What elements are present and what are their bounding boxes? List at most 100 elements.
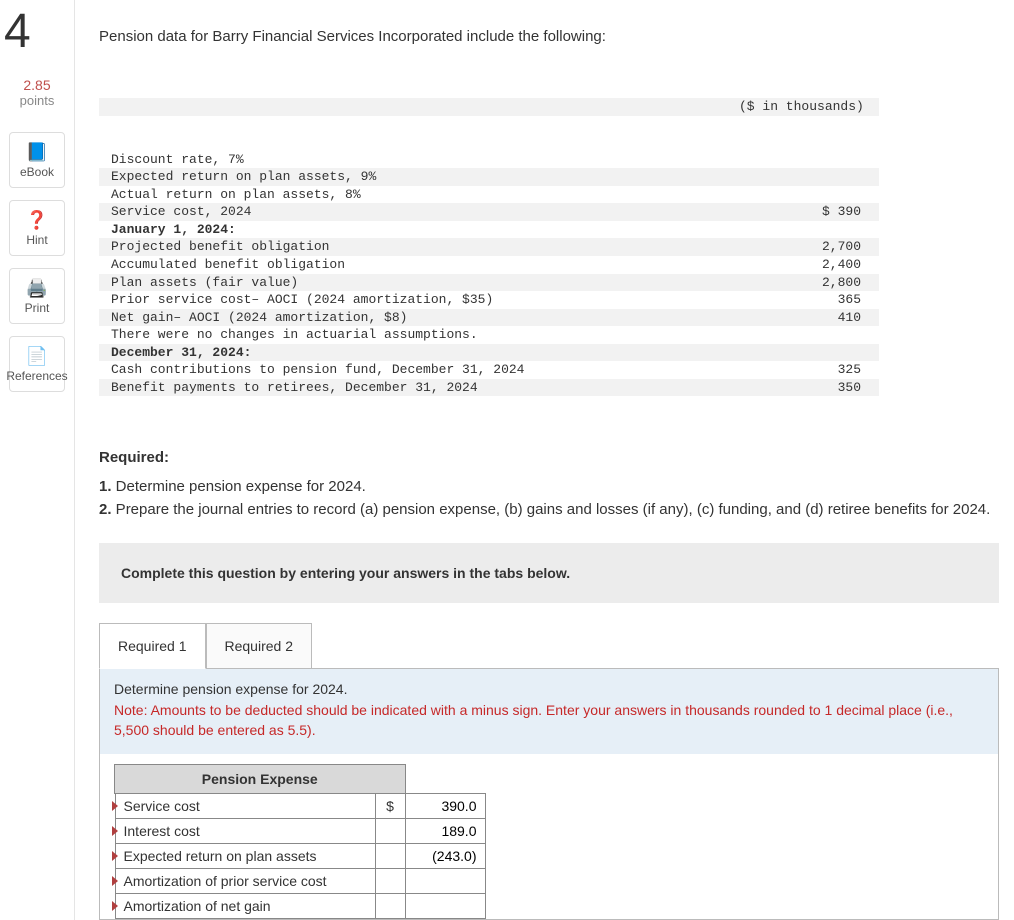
pe-row-value-cell [405,869,485,894]
tabs: Required 1Required 2 [99,623,1014,669]
print-icon: 🖨️ [26,278,48,299]
data-row-value: 2,400 [739,256,879,274]
data-row-label: December 31, 2024: [99,344,739,362]
pe-row-value-input[interactable] [414,798,477,814]
pe-row-label[interactable]: Expected return on plan assets [115,844,375,869]
data-row-label: Actual return on plan assets, 8% [99,186,739,204]
sidebar-print-button[interactable]: 🖨️ Print [9,268,65,324]
pe-row-value-input[interactable] [414,823,477,839]
intro-text: Pension data for Barry Financial Service… [99,28,1014,45]
data-row: Discount rate, 7% [99,151,879,169]
sidebar-hint-button[interactable]: ❓ Hint [9,200,65,256]
data-row: Actual return on plan assets, 8% [99,186,879,204]
data-row-label: Net gain– AOCI (2024 amortization, $8) [99,309,739,327]
data-row-value: $ 390 [739,203,879,221]
pe-row-value-cell [405,819,485,844]
pension-expense-table: Pension Expense Service cost$Interest co… [114,764,486,919]
data-row-value [739,221,879,239]
data-row: There were no changes in actuarial assum… [99,326,879,344]
data-row: Net gain– AOCI (2024 amortization, $8)41… [99,309,879,327]
pe-row-symbol [375,844,405,869]
data-row-value: 350 [739,379,879,397]
pe-row-label[interactable]: Interest cost [115,819,375,844]
data-row: December 31, 2024: [99,344,879,362]
main-content: Pension data for Barry Financial Service… [75,0,1014,920]
pe-row-label[interactable]: Amortization of prior service cost [115,869,375,894]
sidebar: 4 2.85 points 📘 eBook ❓ Hint 🖨️ Print 📄 Referen… [0,0,75,920]
sidebar-references-button[interactable]: 📄 References [9,336,65,392]
pe-row-value-cell [405,844,485,869]
data-row-value: 410 [739,309,879,327]
requirement-item: 1. Determine pension expense for 2024. [99,476,1014,499]
pe-row-symbol [375,869,405,894]
data-header: ($ in thousands) [739,98,879,116]
pe-row-symbol [375,894,405,919]
data-row: Accumulated benefit obligation2,400 [99,256,879,274]
data-row: January 1, 2024: [99,221,879,239]
panel-instructions: Determine pension expense for 2024. Note… [100,669,998,754]
pe-row: Interest cost [115,819,486,844]
sidebar-print-label: Print [25,301,50,315]
pe-row-value-cell [405,894,485,919]
pe-row-label[interactable]: Amortization of net gain [115,894,375,919]
data-row-value [739,168,879,186]
pension-data-table: ($ in thousands) Discount rate, 7%Expect… [99,63,879,431]
points-label: points [20,93,55,108]
pe-row: Service cost$ [115,794,486,819]
data-row: Cash contributions to pension fund, Dece… [99,361,879,379]
pe-row-symbol: $ [375,794,405,819]
data-row-label: Service cost, 2024 [99,203,739,221]
points-value: 2.85 [20,77,55,93]
data-row-value: 2,800 [739,274,879,292]
pe-row-symbol [375,819,405,844]
data-row: Plan assets (fair value)2,800 [99,274,879,292]
pe-row-value-input[interactable] [414,898,477,914]
sidebar-ebook-label: eBook [20,165,54,179]
sidebar-ebook-button[interactable]: 📘 eBook [9,132,65,188]
data-row: Benefit payments to retirees, December 3… [99,379,879,397]
tab-required-2[interactable]: Required 2 [206,623,313,669]
data-row-label: Prior service cost– AOCI (2024 amortizat… [99,291,739,309]
data-row-value [739,326,879,344]
question-number: 4 [0,4,31,59]
pe-row: Amortization of net gain [115,894,486,919]
data-row-label: There were no changes in actuarial assum… [99,326,739,344]
data-row-label: Expected return on plan assets, 9% [99,168,739,186]
references-icon: 📄 [26,346,48,367]
pe-row: Expected return on plan assets [115,844,486,869]
ebook-icon: 📘 [26,142,48,163]
pe-table-header: Pension Expense [115,765,406,794]
data-row-value: 2,700 [739,238,879,256]
requirements-list: 1. Determine pension expense for 2024.2.… [99,476,1014,521]
data-row-label: January 1, 2024: [99,221,739,239]
hint-icon: ❓ [26,210,48,231]
tab-panel-required-1: Determine pension expense for 2024. Note… [99,668,999,920]
pe-row-value-cell [405,794,485,819]
panel-note: Note: Amounts to be deducted should be i… [114,702,953,738]
pe-row-value-input[interactable] [414,848,477,864]
data-row-label: Benefit payments to retirees, December 3… [99,379,739,397]
data-row: Projected benefit obligation2,700 [99,238,879,256]
data-row-value [739,186,879,204]
data-row-label: Discount rate, 7% [99,151,739,169]
required-heading: Required: [99,449,1014,466]
data-row-label: Accumulated benefit obligation [99,256,739,274]
data-row: Service cost, 2024$ 390 [99,203,879,221]
panel-prompt: Determine pension expense for 2024. [114,681,347,697]
requirement-item: 2. Prepare the journal entries to record… [99,499,1014,522]
data-row-value [739,151,879,169]
data-row-label: Plan assets (fair value) [99,274,739,292]
pe-row: Amortization of prior service cost [115,869,486,894]
data-row: Prior service cost– AOCI (2024 amortizat… [99,291,879,309]
data-row-value [739,344,879,362]
data-row-label: Projected benefit obligation [99,238,739,256]
tab-required-1[interactable]: Required 1 [99,623,206,669]
pe-row-value-input[interactable] [414,873,477,889]
points-block: 2.85 points [20,77,55,108]
instruction-box: Complete this question by entering your … [99,543,999,603]
sidebar-hint-label: Hint [26,233,47,247]
pe-row-label[interactable]: Service cost [115,794,375,819]
data-row-label: Cash contributions to pension fund, Dece… [99,361,739,379]
data-row-value: 325 [739,361,879,379]
sidebar-references-label: References [6,369,67,383]
